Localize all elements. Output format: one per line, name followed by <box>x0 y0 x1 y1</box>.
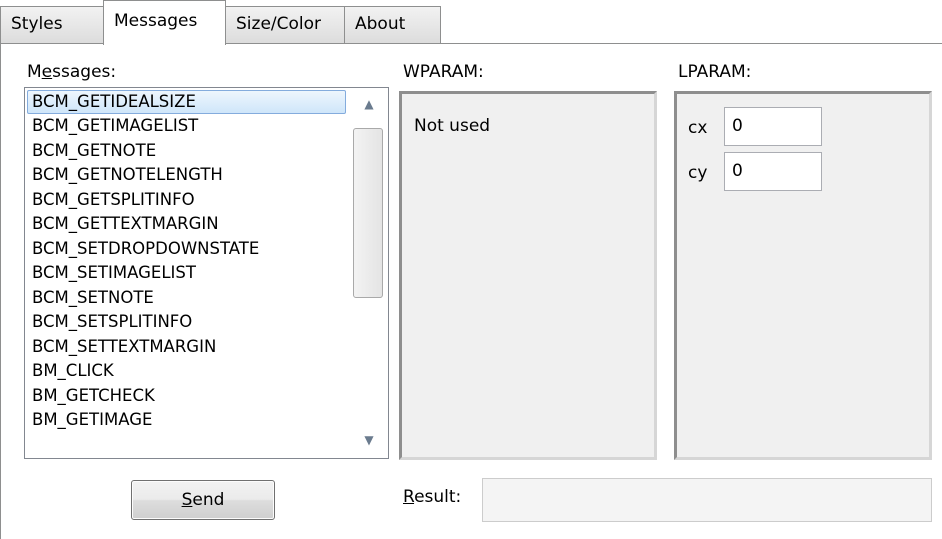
tab-size-color[interactable]: Size/Color <box>225 6 345 44</box>
cx-input[interactable]: 0 <box>724 107 822 146</box>
lparam-label: LPARAM: <box>678 62 752 82</box>
list-item[interactable]: BM_CLICK <box>25 359 349 384</box>
list-item[interactable]: BCM_SETDROPDOWNSTATE <box>25 237 349 262</box>
list-item[interactable]: BCM_SETSPLITINFO <box>25 310 349 335</box>
messages-listbox[interactable]: BCM_GETIDEALSIZE BCM_GETIMAGELIST BCM_GETN… <box>24 87 389 459</box>
tab-label: Messages <box>114 11 198 31</box>
lparam-panel: cx 0 cy 0 <box>674 91 932 460</box>
list-item[interactable]: BCM_GETIDEALSIZE <box>27 90 346 114</box>
messages-label: Messages: <box>27 62 117 82</box>
vertical-scrollbar[interactable]: ▲ ▼ <box>350 88 388 458</box>
wparam-panel: Not used <box>399 91 657 460</box>
list-item[interactable]: BCM_SETTEXTMARGIN <box>25 335 349 360</box>
tab-label: Size/Color <box>236 14 322 34</box>
list-item[interactable]: BM_GETIMAGE <box>25 408 349 433</box>
result-field <box>482 478 932 522</box>
wparam-text: Not used <box>414 116 491 136</box>
tab-styles[interactable]: Styles <box>0 6 104 44</box>
messages-list: BCM_GETIDEALSIZE BCM_GETIMAGELIST BCM_GETN… <box>25 88 349 433</box>
list-item[interactable]: BM_GETCHECK <box>25 384 349 409</box>
scrollbar-thumb[interactable] <box>353 128 383 298</box>
wparam-label: WPARAM: <box>403 62 484 82</box>
tab-label: About <box>355 14 406 34</box>
list-item[interactable]: BCM_GETNOTELENGTH <box>25 163 349 188</box>
tab-about[interactable]: About <box>344 6 441 44</box>
arrow-up-icon[interactable]: ▲ <box>353 90 385 118</box>
list-item[interactable]: BCM_GETSPLITINFO <box>25 188 349 213</box>
arrow-down-icon[interactable]: ▼ <box>353 426 385 454</box>
tab-label: Styles <box>11 14 63 34</box>
list-item[interactable]: BCM_SETNOTE <box>25 286 349 311</box>
list-item[interactable]: BCM_GETNOTE <box>25 139 349 164</box>
result-label: Result: <box>403 487 462 507</box>
cy-label: cy <box>688 163 708 183</box>
list-item[interactable]: BCM_SETIMAGELIST <box>25 261 349 286</box>
list-item[interactable]: BCM_GETTEXTMARGIN <box>25 212 349 237</box>
send-button[interactable]: Send <box>131 480 275 520</box>
cy-input[interactable]: 0 <box>724 152 822 191</box>
tab-messages[interactable]: Messages <box>103 0 226 45</box>
tab-strip: Styles Messages Size/Color About <box>0 0 942 45</box>
cx-label: cx <box>688 118 708 138</box>
list-item[interactable]: BCM_GETIMAGELIST <box>25 114 349 139</box>
